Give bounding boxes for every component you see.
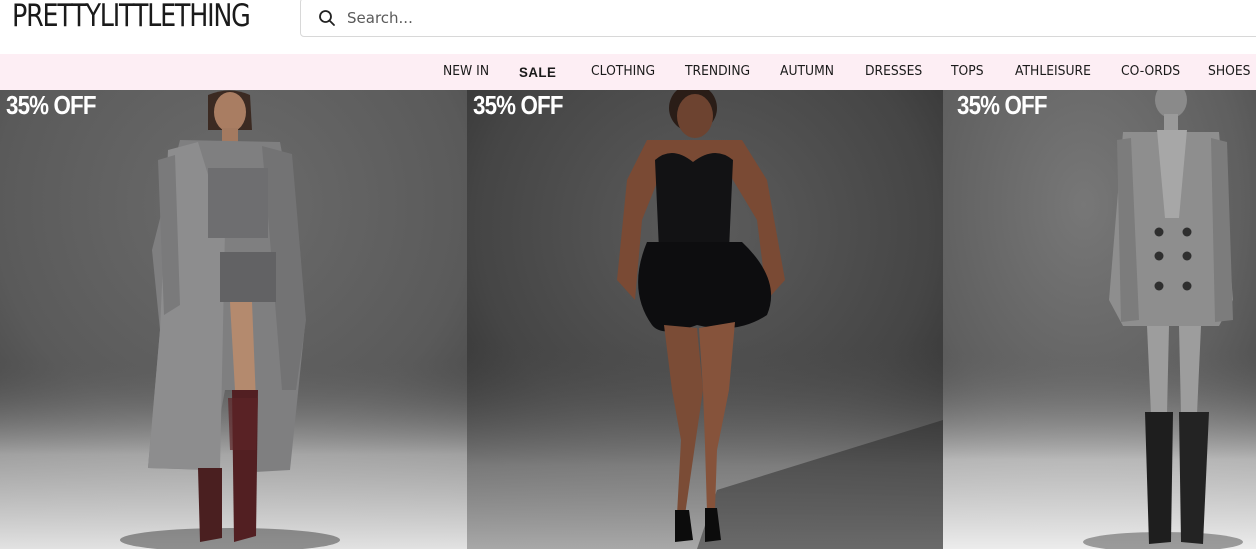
search-icon[interactable] xyxy=(318,9,336,27)
nav-item-shoes[interactable]: SHOES xyxy=(1208,54,1250,90)
nav-item-clothing[interactable]: CLOTHING xyxy=(591,54,655,90)
site-header: PRETTYLITTLETHING xyxy=(0,0,1256,54)
nav-item-trending[interactable]: TRENDING xyxy=(685,54,750,90)
nav-item-autumn[interactable]: AUTUMN xyxy=(780,54,834,90)
brand-logo[interactable]: PRETTYLITTLETHING xyxy=(12,0,251,36)
search-input[interactable] xyxy=(345,7,1256,28)
nav-item-sale[interactable]: SALE xyxy=(519,54,556,90)
discount-badge: 35% OFF xyxy=(957,90,1048,120)
nav-item-athleisure[interactable]: ATHLEISURE xyxy=(1015,54,1091,90)
nav-item-dresses[interactable]: DRESSES xyxy=(865,54,922,90)
discount-badge: 35% OFF xyxy=(473,90,564,120)
promo-tile-black-dress[interactable]: 35% OFF xyxy=(467,90,943,549)
nav-item-tops[interactable]: TOPS xyxy=(951,54,984,90)
promo-tiles: 35% OFF 35% OFF 35% OFF xyxy=(0,90,1256,549)
nav-item-new-in[interactable]: NEW IN xyxy=(443,54,489,90)
model-photo-grey-coat xyxy=(0,90,467,549)
discount-badge: 35% OFF xyxy=(6,90,97,120)
promo-tile-blazer-dress[interactable]: 35% OFF xyxy=(943,90,1256,549)
promo-tile-coat[interactable]: 35% OFF xyxy=(0,90,467,549)
model-photo-blazer-dress xyxy=(943,90,1256,549)
main-navigation: NEW IN SALE CLOTHING TRENDING AUTUMN DRE… xyxy=(0,54,1256,90)
search-bar[interactable] xyxy=(300,0,1256,37)
nav-item-co-ords[interactable]: CO-ORDS xyxy=(1121,54,1180,90)
model-photo-black-dress xyxy=(467,90,943,549)
